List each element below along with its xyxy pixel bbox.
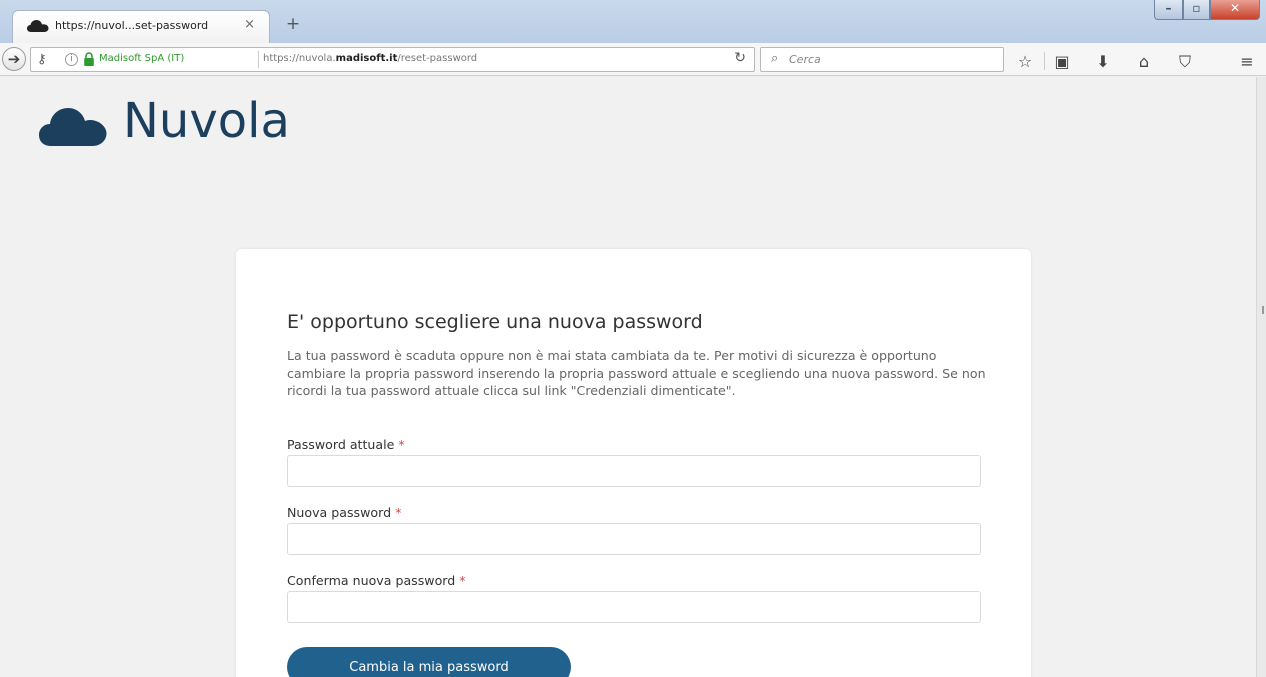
new-tab-button[interactable]: + <box>282 15 304 37</box>
search-bar[interactable]: ⌕ Cerca <box>760 47 1004 72</box>
url-text[interactable]: https://nuvola.madisoft.it/reset-passwor… <box>263 53 477 64</box>
browser-tab[interactable]: https://nuvol...set-password × <box>12 10 270 43</box>
toolbar-divider <box>1044 52 1045 70</box>
tab-close-icon[interactable]: × <box>244 17 255 32</box>
key-icon[interactable]: ⚷ <box>37 52 47 67</box>
url-divider <box>258 51 259 68</box>
confirm-password-input[interactable] <box>287 591 981 623</box>
back-button[interactable]: ➔ <box>2 47 26 71</box>
browser-titlebar: https://nuvol...set-password × + – ▫ ✕ <box>0 0 1266 43</box>
scrollbar-marker <box>1262 306 1264 314</box>
search-icon: ⌕ <box>771 51 779 66</box>
reload-icon[interactable]: ↻ <box>734 50 746 66</box>
minimize-button[interactable]: – <box>1154 0 1183 20</box>
info-icon[interactable]: i <box>65 53 78 66</box>
confirm-password-label: Conferma nuova password * <box>287 573 466 588</box>
cloud-icon <box>39 108 107 146</box>
home-icon[interactable]: ⌂ <box>1133 52 1155 71</box>
lock-icon <box>84 52 94 66</box>
current-password-input[interactable] <box>287 455 981 487</box>
brand-name: Nuvola <box>123 93 290 149</box>
star-icon[interactable]: ☆ <box>1014 52 1036 71</box>
back-arrow-icon: ➔ <box>7 50 21 68</box>
change-password-button[interactable]: Cambia la mia password <box>287 647 571 677</box>
cloud-icon <box>27 20 49 32</box>
browser-navbar: ➔ ⚷ i Madisoft SpA (IT) https://nuvola.m… <box>0 43 1266 76</box>
url-bar[interactable]: ⚷ i Madisoft SpA (IT) https://nuvola.mad… <box>30 47 755 72</box>
maximize-button[interactable]: ▫ <box>1183 0 1210 20</box>
new-password-label: Nuova password * <box>287 505 402 520</box>
reset-password-card: E' opportuno scegliere una nuova passwor… <box>236 249 1031 677</box>
site-identity[interactable]: Madisoft SpA (IT) <box>99 53 184 64</box>
menu-icon[interactable]: ≡ <box>1236 52 1258 71</box>
search-placeholder: Cerca <box>789 53 821 66</box>
page-viewport: Nuvola E' opportuno scegliere una nuova … <box>0 77 1256 677</box>
card-title: E' opportuno scegliere una nuova passwor… <box>287 311 703 333</box>
clipboard-icon[interactable]: ▣ <box>1051 52 1073 71</box>
card-description: La tua password è scaduta oppure non è m… <box>287 348 986 398</box>
page-scrollbar[interactable] <box>1256 77 1266 677</box>
download-icon[interactable]: ⬇ <box>1092 52 1114 71</box>
new-password-input[interactable] <box>287 523 981 555</box>
tab-title: https://nuvol...set-password <box>55 19 209 32</box>
close-window-button[interactable]: ✕ <box>1210 0 1260 20</box>
current-password-label: Password attuale * <box>287 437 405 452</box>
pocket-icon[interactable]: ⛉ <box>1174 52 1196 72</box>
